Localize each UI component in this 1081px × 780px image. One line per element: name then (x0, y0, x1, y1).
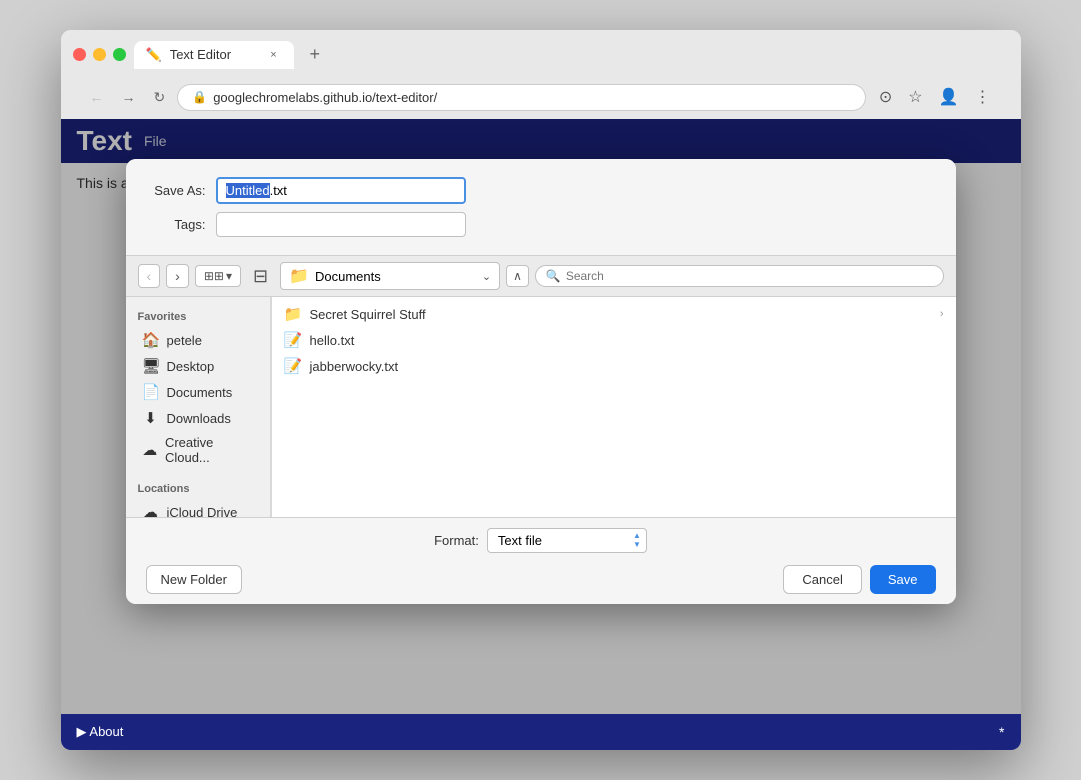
location-folder-icon: 📁 (289, 266, 309, 286)
filename-input[interactable] (216, 177, 466, 204)
profile-button[interactable]: 👤 (933, 83, 965, 111)
view-grid-icon: ⊞⊞ (204, 269, 224, 283)
sidebar-item-desktop-label: Desktop (167, 359, 215, 374)
footer-star: * (999, 724, 1004, 740)
tab-title: Text Editor (170, 47, 231, 62)
file-item-jabberwocky[interactable]: 📝 jabberwocky.txt (272, 353, 956, 379)
tags-label: Tags: (146, 217, 216, 232)
account-button[interactable]: ⊙ (873, 83, 898, 111)
address-row: ← → ↻ 🔒 googlechromelabs.github.io/text-… (73, 77, 1009, 119)
dialog-sidebar: Favorites 🏠 petele 🖥 Desktop 📄 Documents (126, 297, 271, 517)
sidebar-item-icloud-label: iCloud Drive (167, 505, 238, 520)
tab-row: ✏️ Text Editor × + (73, 40, 1009, 69)
save-button[interactable]: Save (870, 565, 936, 594)
home-icon: 🏠 (142, 331, 160, 349)
dialog-toolbar: ‹ › ⊞⊞ ▾ ⊟ 📁 Documents ⌄ ∧ 🔍 (126, 255, 956, 297)
about-toggle[interactable]: ▶ About (77, 724, 124, 740)
sidebar-item-downloads-label: Downloads (167, 411, 231, 426)
window-controls (73, 48, 126, 61)
file-name: jabberwocky.txt (310, 359, 399, 374)
file-name: hello.txt (310, 333, 355, 348)
favorites-label: Favorites (126, 307, 270, 327)
folder-arrow-icon: › (940, 308, 944, 320)
location-label: Documents (315, 269, 381, 284)
back-button[interactable]: ← (85, 85, 109, 109)
page-footer: ▶ About * (61, 714, 1021, 750)
star-button[interactable]: ☆ (902, 83, 928, 111)
save-dialog: Save As: Tags: ‹ › ⊞⊞ ▾ ⊟ (126, 159, 956, 604)
browser-tab[interactable]: ✏️ Text Editor × (134, 41, 294, 69)
sidebar-item-documents[interactable]: 📄 Documents (130, 379, 266, 405)
address-bar[interactable]: 🔒 googlechromelabs.github.io/text-editor… (178, 85, 865, 110)
sidebar-item-creative-cloud[interactable]: ☁ Creative Cloud... (130, 431, 266, 469)
dialog-overlay: Save As: Tags: ‹ › ⊞⊞ ▾ ⊟ (61, 119, 1021, 750)
reload-button[interactable]: ↻ (149, 85, 171, 110)
menu-button[interactable]: ⋮ (969, 83, 997, 111)
lock-icon: 🔒 (192, 90, 207, 104)
tags-input[interactable] (216, 212, 466, 237)
file-name: Secret Squirrel Stuff (310, 307, 426, 322)
page-content: Text File This is a n Save As: Tags: (61, 119, 1021, 750)
save-as-label: Save As: (146, 183, 216, 198)
search-input[interactable] (566, 269, 933, 283)
cloud-icon: ☁ (142, 441, 158, 459)
downloads-icon: ⬇ (142, 409, 160, 427)
documents-icon: 📄 (142, 383, 160, 401)
format-select-wrapper: Text file HTML file Markdown file ▲ ▼ (487, 528, 647, 553)
location-dropdown-arrow: ⌄ (482, 270, 491, 283)
new-tab-button[interactable]: + (302, 40, 329, 69)
search-wrapper: 🔍 (535, 265, 944, 287)
tab-close-button[interactable]: × (266, 47, 282, 63)
view-mode-button[interactable]: ⊞⊞ ▾ (195, 265, 241, 287)
file-item-hello[interactable]: 📝 hello.txt (272, 327, 956, 353)
cancel-button[interactable]: Cancel (783, 565, 861, 594)
sidebar-item-documents-label: Documents (167, 385, 233, 400)
toolbar-forward-button[interactable]: › (166, 264, 189, 288)
desktop-icon: 🖥 (142, 357, 160, 375)
dialog-footer: Format: Text file HTML file Markdown fil… (126, 517, 956, 604)
title-bar: ✏️ Text Editor × + ← → ↻ 🔒 googlechromel… (61, 30, 1021, 119)
sidebar-item-desktop[interactable]: 🖥 Desktop (130, 353, 266, 379)
tags-row: Tags: (146, 212, 936, 237)
sidebar-item-petele[interactable]: 🏠 petele (130, 327, 266, 353)
location-expand-button[interactable]: ∧ (506, 265, 529, 287)
browser-window: ✏️ Text Editor × + ← → ↻ 🔒 googlechromel… (61, 30, 1021, 750)
folder-icon: 📁 (284, 305, 302, 323)
tab-icon: ✏️ (146, 47, 162, 63)
new-folder-toolbar-button[interactable]: ⊟ (247, 264, 274, 289)
dialog-body: Favorites 🏠 petele 🖥 Desktop 📄 Documents (126, 297, 956, 517)
maximize-button[interactable] (113, 48, 126, 61)
browser-actions: ⊙ ☆ 👤 ⋮ (873, 83, 997, 111)
url-text: googlechromelabs.github.io/text-editor/ (213, 90, 851, 105)
toolbar-back-button[interactable]: ‹ (138, 264, 161, 288)
search-icon: 🔍 (546, 269, 561, 283)
sidebar-item-creative-cloud-label: Creative Cloud... (165, 435, 254, 465)
sidebar-item-downloads[interactable]: ⬇ Downloads (130, 405, 266, 431)
locations-label: Locations (126, 479, 270, 499)
file-item-secret-squirrel[interactable]: 📁 Secret Squirrel Stuff › (272, 301, 956, 327)
dialog-header: Save As: Tags: (126, 159, 956, 255)
new-folder-button[interactable]: New Folder (146, 565, 242, 594)
sidebar-item-icloud[interactable]: ☁ iCloud Drive (130, 499, 266, 525)
text-file-icon: 📝 (284, 331, 302, 349)
location-dropdown[interactable]: 📁 Documents ⌄ (280, 262, 500, 290)
save-as-row: Save As: (146, 177, 936, 204)
sidebar-item-petele-label: petele (167, 333, 202, 348)
format-label: Format: (434, 533, 479, 548)
format-row: Format: Text file HTML file Markdown fil… (146, 528, 936, 553)
forward-button[interactable]: → (117, 85, 141, 109)
format-select[interactable]: Text file HTML file Markdown file (487, 528, 647, 553)
dialog-buttons: New Folder Cancel Save (146, 565, 936, 594)
text-file-icon-2: 📝 (284, 357, 302, 375)
icloud-icon: ☁ (142, 503, 160, 521)
close-button[interactable] (73, 48, 86, 61)
minimize-button[interactable] (93, 48, 106, 61)
file-list: 📁 Secret Squirrel Stuff › 📝 hello.txt 📝 … (272, 297, 956, 517)
view-dropdown-icon: ▾ (226, 269, 232, 283)
dialog-right-buttons: Cancel Save (783, 565, 935, 594)
